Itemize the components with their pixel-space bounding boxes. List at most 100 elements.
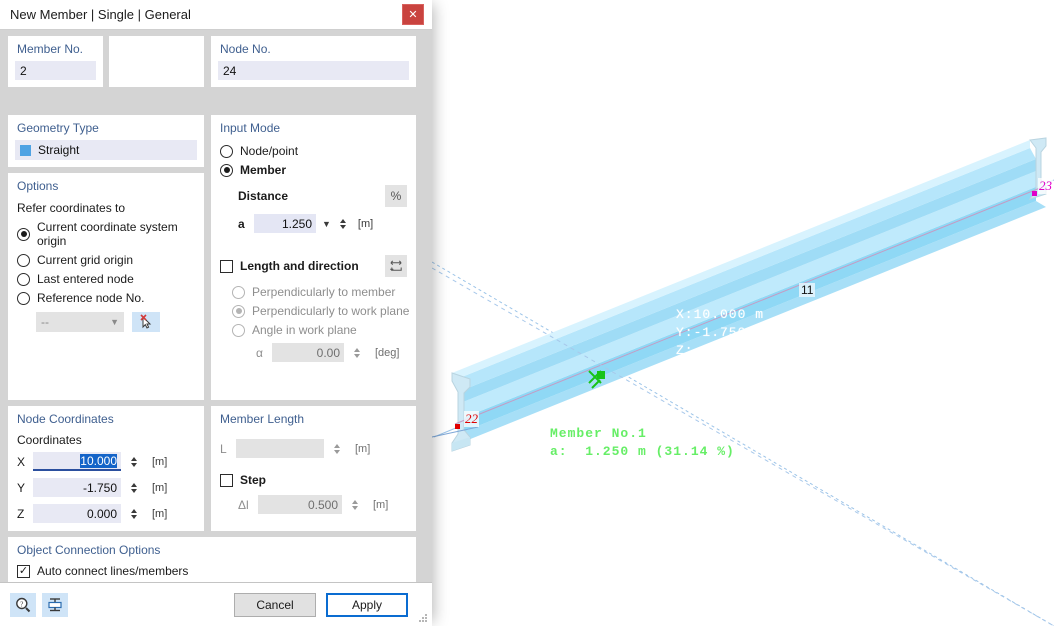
dialog-titlebar[interactable]: New Member | Single | General ✕: [0, 0, 432, 30]
coord-axis-y-label: Y: [17, 481, 27, 495]
options-title: Options: [9, 174, 203, 196]
member-no-input[interactable]: 2: [15, 61, 96, 80]
subopt-label-perp-work-plane: Perpendicularly to work plane: [252, 304, 409, 318]
close-icon[interactable]: ✕: [402, 4, 424, 25]
align-center-icon[interactable]: [42, 593, 68, 617]
length-direction-label: Length and direction: [240, 259, 359, 273]
geometry-type-value: Straight: [38, 143, 79, 157]
coord-z-value: 0.000: [87, 507, 117, 521]
input-mode-member[interactable]: Member: [220, 163, 415, 177]
alpha-symbol: α: [256, 346, 266, 360]
coord-y-input[interactable]: -1.750: [33, 478, 121, 497]
subopt-label-perp-member: Perpendicularly to member: [252, 285, 395, 299]
geometry-type-panel: Geometry Type Straight: [8, 115, 204, 167]
member-no-label: Member No.: [9, 37, 102, 59]
reference-node-select[interactable]: -- ▼: [36, 312, 124, 332]
viewport-member-name: Member No.1: [550, 426, 647, 441]
checkbox-icon-step[interactable]: [220, 474, 233, 487]
length-direction-icon[interactable]: [385, 255, 407, 277]
dialog-title: New Member | Single | General: [0, 7, 191, 22]
option-current-grid-origin[interactable]: Current grid origin: [17, 253, 203, 267]
input-mode-node-point[interactable]: Node/point: [220, 144, 415, 158]
member-length-spinner: [330, 439, 343, 458]
radio-icon-member[interactable]: [220, 164, 233, 177]
viewport-coord-z: Z: 0.000 m: [676, 343, 764, 358]
coord-z-input[interactable]: 0.000: [33, 504, 121, 523]
checkbox-icon-auto-connect[interactable]: ✓: [17, 565, 30, 578]
member-no-panel: Member No. 2: [8, 36, 103, 87]
apply-button[interactable]: Apply: [326, 593, 408, 617]
coord-x-unit: [m]: [152, 456, 167, 468]
node-no-input[interactable]: 24: [218, 61, 409, 80]
length-direction-checkbox-row[interactable]: Length and direction: [220, 259, 359, 273]
option-last-entered-node[interactable]: Last entered node: [17, 272, 203, 286]
chevron-down-icon[interactable]: ▼: [110, 317, 119, 327]
alpha-spinner: [350, 343, 363, 362]
radio-icon-last-node[interactable]: [17, 273, 30, 286]
viewport-coord-y: Y:-1.750 m: [676, 325, 764, 340]
auto-connect-row[interactable]: ✓ Auto connect lines/members: [17, 564, 415, 578]
node-coordinates-panel: Node Coordinates Coordinates X 10.000 [m…: [8, 406, 204, 531]
option-label-last-node: Last entered node: [37, 272, 134, 286]
checkbox-icon-length-direction[interactable]: [220, 260, 233, 273]
delta-l-input: 0.500: [258, 495, 342, 514]
distance-a-unit: [m]: [358, 218, 373, 230]
distance-dropdown-icon[interactable]: ▼: [322, 219, 331, 229]
option-current-coordinate-system-origin[interactable]: Current coordinate system origin: [17, 220, 203, 248]
object-connection-title: Object Connection Options: [9, 538, 415, 560]
pick-cursor-glyph: [138, 314, 154, 330]
delta-l-value: 0.500: [308, 498, 338, 512]
radio-icon-ccs-origin[interactable]: [17, 228, 30, 241]
node-no-panel: Node No. 24: [211, 36, 416, 87]
radio-icon-reference-node[interactable]: [17, 292, 30, 305]
coordinates-subtitle: Coordinates: [9, 429, 203, 447]
refer-coordinates-label: Refer coordinates to: [9, 196, 203, 215]
node-marker-23: [1032, 191, 1037, 196]
length-direction-glyph: [389, 259, 404, 274]
help-magnifier-glyph: ?: [15, 597, 31, 613]
coord-z-spinner[interactable]: [127, 504, 140, 523]
cancel-button[interactable]: Cancel: [234, 593, 316, 617]
viewport-node-22-label: 22: [464, 411, 479, 427]
member-length-panel: Member Length L [m] Step Δl 0.50: [211, 406, 416, 531]
node-coordinates-title: Node Coordinates: [9, 407, 203, 429]
radio-icon-grid-origin[interactable]: [17, 254, 30, 267]
resize-grip[interactable]: [419, 614, 428, 623]
input-mode-member-label: Member: [240, 163, 286, 177]
radio-icon-node-point[interactable]: [220, 145, 233, 158]
member-length-l-symbol: L: [220, 442, 230, 456]
subopt-perpendicular-to-member: Perpendicularly to member: [232, 285, 415, 299]
distance-a-symbol: a: [238, 217, 248, 231]
coord-z-unit: [m]: [152, 508, 167, 520]
alpha-input: 0.00: [272, 343, 344, 362]
distance-label: Distance: [238, 189, 288, 203]
member-length-title: Member Length: [212, 407, 415, 429]
percent-button[interactable]: %: [385, 185, 407, 207]
coord-x-input[interactable]: 10.000: [33, 452, 121, 471]
pick-cursor-icon[interactable]: [132, 312, 160, 332]
delta-l-unit: [m]: [373, 499, 388, 511]
help-magnifier-icon[interactable]: ?: [10, 593, 36, 617]
distance-a-spinner[interactable]: [337, 214, 350, 233]
member-length-unit: [m]: [355, 443, 370, 455]
viewport-member-number-label: 11: [799, 283, 815, 297]
coord-axis-z-label: Z: [17, 507, 27, 521]
dialog-footer: ? Cancel Apply: [0, 582, 432, 626]
step-checkbox-row[interactable]: Step: [220, 473, 415, 487]
option-reference-node-no[interactable]: Reference node No.: [17, 291, 203, 305]
coord-y-spinner[interactable]: [127, 478, 140, 497]
subopt-label-angle-work-plane: Angle in work plane: [252, 323, 357, 337]
distance-a-input[interactable]: 1.250: [254, 214, 316, 233]
option-label-grid-origin: Current grid origin: [37, 253, 133, 267]
geometry-type-select[interactable]: Straight: [15, 140, 197, 160]
coord-x-value: 10.000: [80, 454, 117, 468]
middle-blank-panel: [109, 36, 204, 87]
options-panel: Options Refer coordinates to Current coo…: [8, 173, 204, 400]
member-length-input: [236, 439, 324, 458]
new-member-dialog[interactable]: New Member | Single | General ✕ Member N…: [0, 0, 432, 626]
radio-icon-perp-work-plane: [232, 305, 245, 318]
input-mode-node-point-label: Node/point: [240, 144, 298, 158]
viewport-coord-x: X:10.000 m: [676, 307, 764, 322]
coord-x-spinner[interactable]: [127, 452, 140, 471]
option-label-ccs-origin: Current coordinate system origin: [37, 220, 203, 248]
